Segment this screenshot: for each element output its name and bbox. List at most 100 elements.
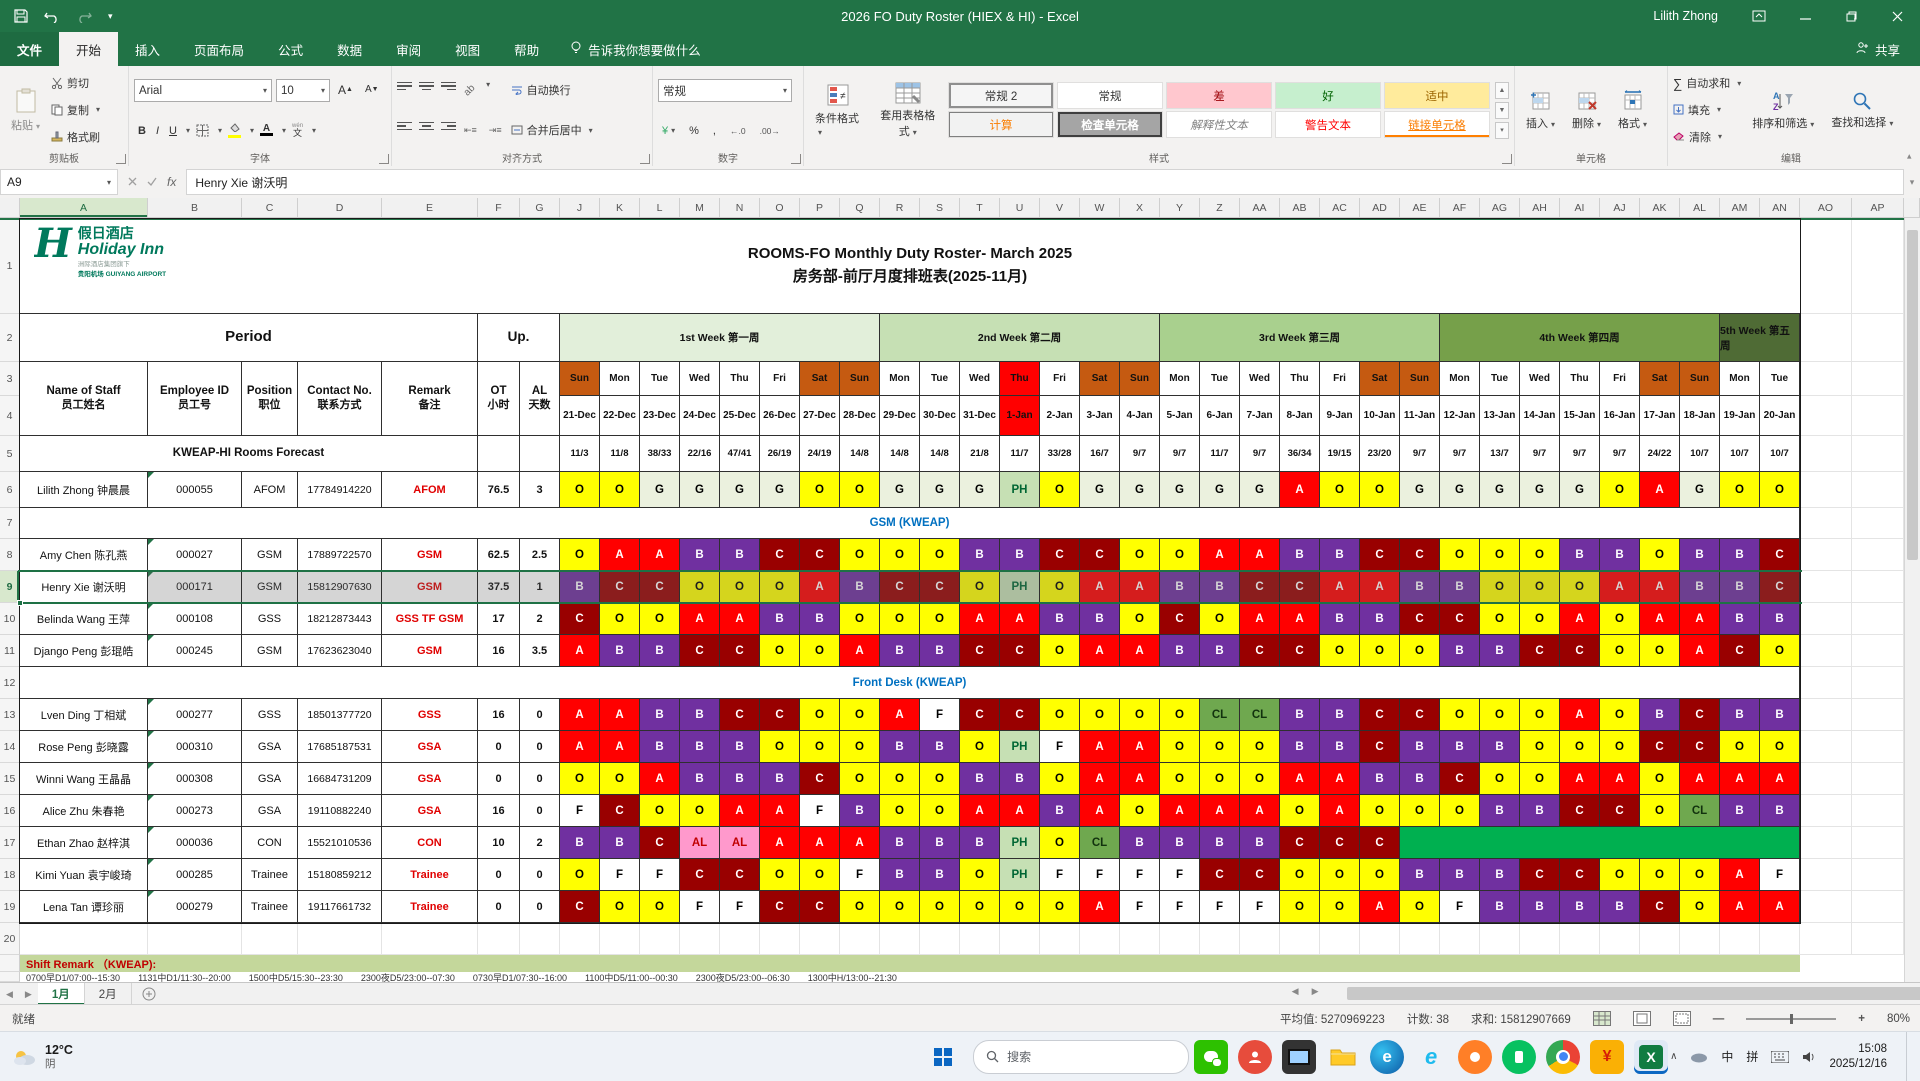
volume-icon[interactable] — [1802, 1051, 1816, 1063]
shift-cell-15-Jan[interactable]: G — [1560, 472, 1600, 508]
shift-cell-30-Dec[interactable]: B — [920, 827, 960, 859]
shift-cell-5-Jan[interactable]: G — [1160, 472, 1200, 508]
shift-cell-25-Dec[interactable]: A — [720, 603, 760, 635]
shift-cell-12-Jan[interactable]: B — [1440, 571, 1480, 603]
tab-nav-left-icon[interactable]: ◀ — [0, 983, 19, 1005]
col-header-D[interactable]: D — [298, 198, 382, 218]
tab-review[interactable]: 审阅 — [379, 32, 438, 66]
style-check-cell[interactable]: 检查单元格 — [1057, 111, 1163, 138]
shift-cell-6-Jan[interactable]: O — [1200, 731, 1240, 763]
shift-cell-20-Jan[interactable]: A — [1760, 763, 1800, 795]
underline-button[interactable]: U — [165, 120, 181, 141]
sheet-tab-jan[interactable]: 1月 — [37, 983, 85, 1005]
staff-name[interactable]: Belinda Wang 王萍 — [20, 603, 148, 635]
shift-cell-9-Jan[interactable]: C — [1320, 827, 1360, 859]
selection-fill-handle[interactable] — [17, 600, 23, 606]
shift-cell-23-Dec[interactable]: O — [640, 795, 680, 827]
shift-cell-19-Jan[interactable]: B — [1720, 699, 1760, 731]
font-name-select[interactable]: Arial ▾ — [134, 79, 272, 102]
borders-button[interactable] — [192, 120, 213, 141]
cell-row20[interactable] — [680, 923, 720, 955]
shift-cell-20-Jan[interactable]: O — [1760, 731, 1800, 763]
shift-cell-30-Dec[interactable]: B — [920, 731, 960, 763]
comma-style-button[interactable]: , — [709, 120, 720, 141]
shift-cell-21-Dec[interactable]: O — [560, 472, 600, 508]
shift-cell-31-Dec[interactable]: O — [960, 731, 1000, 763]
shift-cell-28-Dec[interactable]: O — [840, 763, 880, 795]
number-format-select[interactable]: 常规 ▾ — [658, 79, 792, 102]
cell-AP9[interactable] — [1852, 571, 1904, 603]
shift-cell-24-Dec[interactable]: B — [680, 763, 720, 795]
col-header-C[interactable]: C — [242, 198, 298, 218]
shift-cell-30-Dec[interactable]: O — [920, 763, 960, 795]
cell-row20[interactable] — [1400, 923, 1440, 955]
shift-cell-16-Jan[interactable]: A — [1600, 571, 1640, 603]
shift-cell-4-Jan[interactable]: O — [1120, 539, 1160, 571]
shift-cell-13-Jan[interactable]: B — [1480, 635, 1520, 667]
col-header-W[interactable]: W — [1080, 198, 1120, 218]
shift-cell-14-Jan[interactable]: O — [1520, 763, 1560, 795]
shift-cell-2-Jan[interactable]: C — [1040, 539, 1080, 571]
cell-row20[interactable] — [1040, 923, 1080, 955]
shift-cell-2-Jan[interactable]: F — [1040, 859, 1080, 891]
shift-cell-11-Jan[interactable]: C — [1400, 539, 1440, 571]
shift-cell-12-Jan[interactable]: O — [1440, 539, 1480, 571]
row-header-13[interactable]: 13 — [0, 699, 20, 731]
staff-remark[interactable]: GSA — [382, 731, 478, 763]
shift-cell-11-Jan[interactable]: O — [1400, 635, 1440, 667]
col-header-AB[interactable]: AB — [1280, 198, 1320, 218]
shift-cell-19-Jan[interactable]: B — [1720, 603, 1760, 635]
staff-id[interactable]: 000277 — [148, 699, 242, 731]
up-header[interactable]: Up. — [478, 314, 560, 362]
shift-cell-12-Jan[interactable]: B — [1440, 731, 1480, 763]
cell-AP20[interactable] — [1852, 923, 1904, 955]
row-header-6[interactable]: 6 — [0, 472, 20, 508]
shift-cell-10-Jan[interactable]: O — [1360, 635, 1400, 667]
shift-cell-23-Dec[interactable]: B — [640, 699, 680, 731]
shift-cell-17-Jan[interactable]: A — [1640, 472, 1680, 508]
tab-page-layout[interactable]: 页面布局 — [177, 32, 261, 66]
style-calculation[interactable]: 计算 — [948, 111, 1054, 138]
grow-font-button[interactable]: A ▲ — [334, 79, 357, 100]
shift-cell-4-Jan[interactable]: F — [1120, 891, 1160, 923]
staff-id[interactable]: 000279 — [148, 891, 242, 923]
shift-cell-10-Jan[interactable]: C — [1360, 731, 1400, 763]
shift-cell-22-Dec[interactable]: O — [600, 763, 640, 795]
shift-cell-18-Jan[interactable]: O — [1680, 891, 1720, 923]
staff-position[interactable]: GSM — [242, 571, 298, 603]
shift-cell-14-Jan[interactable]: O — [1520, 571, 1560, 603]
shift-cell-20-Jan[interactable]: B — [1760, 795, 1800, 827]
shift-cell-13-Jan[interactable]: B — [1480, 795, 1520, 827]
shift-cell-8-Jan[interactable]: C — [1280, 571, 1320, 603]
cell-row20[interactable] — [1680, 923, 1720, 955]
number-dialog-launcher[interactable] — [791, 154, 801, 164]
cell-AO12[interactable] — [1800, 667, 1852, 699]
staff-al[interactable]: 2 — [520, 827, 560, 859]
col-header-E[interactable]: E — [382, 198, 478, 218]
shift-cell-17-Jan[interactable]: A — [1640, 571, 1680, 603]
col-header-K[interactable]: K — [600, 198, 640, 218]
shift-cell-30-Dec[interactable]: O — [920, 539, 960, 571]
shift-cell-12-Jan[interactable]: O — [1440, 795, 1480, 827]
shift-cell-28-Dec[interactable]: O — [840, 891, 880, 923]
shift-cell-12-Jan[interactable]: G — [1440, 472, 1480, 508]
enter-icon[interactable] — [147, 173, 157, 191]
save-icon[interactable] — [14, 9, 28, 23]
shift-cell-30-Dec[interactable]: O — [920, 795, 960, 827]
row-header-18[interactable]: 18 — [0, 859, 20, 891]
hscroll-right-icon[interactable]: ▶ — [1306, 986, 1325, 997]
shift-cell-7-Jan[interactable]: O — [1240, 731, 1280, 763]
staff-remark[interactable]: GSA — [382, 763, 478, 795]
shift-cell-27-Dec[interactable]: C — [800, 891, 840, 923]
name-box[interactable]: A9 ▾ — [0, 169, 118, 195]
shift-cell-5-Jan[interactable]: O — [1160, 699, 1200, 731]
shift-cell-10-Jan[interactable]: A — [1360, 571, 1400, 603]
shift-cell-6-Jan[interactable]: G — [1200, 472, 1240, 508]
shift-cell-25-Dec[interactable]: B — [720, 763, 760, 795]
shift-cell-20-Jan[interactable]: F — [1760, 859, 1800, 891]
shift-cell-22-Dec[interactable]: O — [600, 472, 640, 508]
shift-cell-8-Jan[interactable]: A — [1280, 472, 1320, 508]
customize-qat-icon[interactable]: ▾ — [108, 11, 113, 22]
contacts-icon[interactable] — [1238, 1039, 1273, 1074]
shift-cell-15-Jan[interactable]: A — [1560, 699, 1600, 731]
